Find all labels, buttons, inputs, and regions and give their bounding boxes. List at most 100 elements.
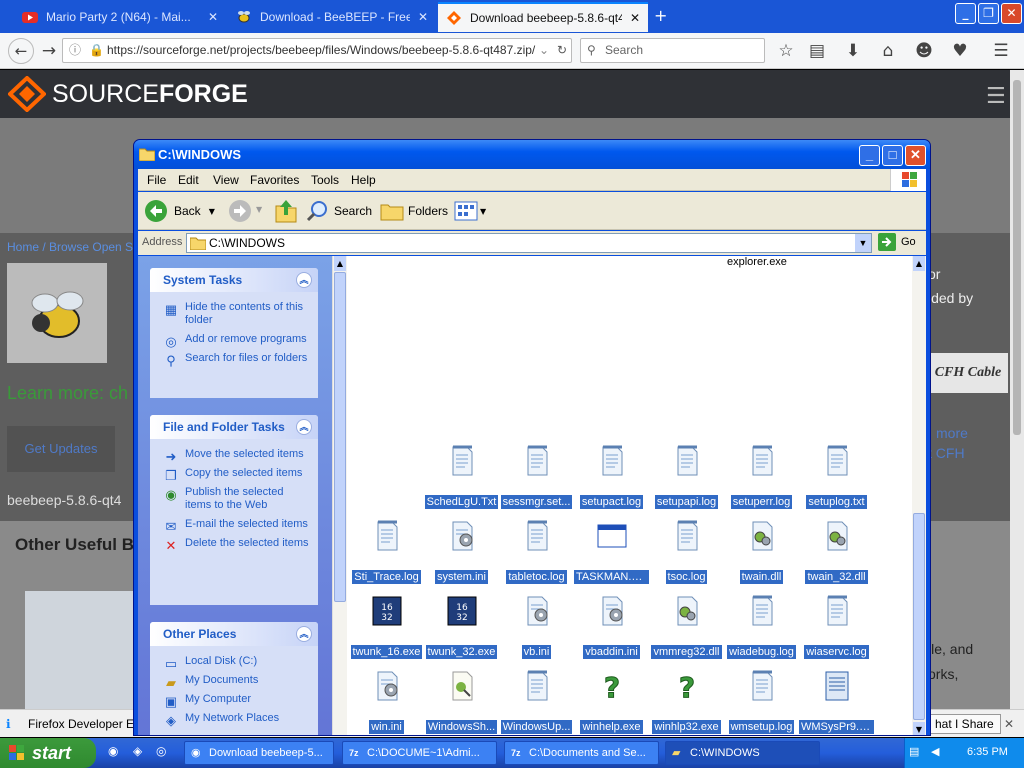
menu-view[interactable]: View bbox=[213, 173, 239, 187]
share-button[interactable]: hat I Share bbox=[928, 714, 1001, 734]
panel-title[interactable]: Other Places ︽ bbox=[150, 622, 318, 646]
breadcrumb[interactable]: Home / Browse Open So bbox=[7, 240, 140, 254]
collapse-chevron-icon[interactable]: ︽ bbox=[296, 272, 312, 288]
file-item[interactable]: setuperr.log bbox=[724, 445, 799, 515]
back-button[interactable]: Back ▼ bbox=[144, 198, 215, 224]
local-disk-link[interactable]: ▭ Local Disk (C:) bbox=[150, 652, 318, 671]
my-computer-link[interactable]: ▣ My Computer bbox=[150, 690, 318, 709]
close-icon[interactable]: ✕ bbox=[1004, 710, 1014, 738]
tab-beebeep-download[interactable]: Download - BeeBEEP - Free O... ✕ bbox=[228, 2, 436, 32]
file-item[interactable]: WindowsSh... bbox=[424, 670, 499, 735]
sponsor-logo[interactable]: CFH Cable bbox=[928, 353, 1008, 393]
panel-title[interactable]: System Tasks ︽ bbox=[150, 268, 318, 292]
file-item[interactable]: ? winhlp32.exe bbox=[649, 670, 724, 735]
my-documents-link[interactable]: ▰ My Documents bbox=[150, 671, 318, 690]
copy-items-link[interactable]: ❐ Copy the selected items bbox=[150, 464, 318, 483]
reload-icon[interactable]: ↻ bbox=[557, 39, 567, 62]
bookmark-star-icon[interactable]: ☆ bbox=[775, 41, 797, 61]
page-scrollbar[interactable] bbox=[1010, 70, 1024, 709]
volume-icon[interactable]: ◀ bbox=[931, 745, 939, 758]
taskbar-item-firefox[interactable]: ◉ Download beebeep-5... bbox=[184, 741, 334, 765]
close-icon[interactable]: ✕ bbox=[630, 11, 640, 25]
file-item[interactable]: ? winhelp.exe bbox=[574, 670, 649, 735]
emoji-icon[interactable]: ☻ bbox=[913, 41, 935, 61]
sf-logo-text[interactable]: SOURCEFORGE bbox=[52, 80, 248, 109]
get-updates-button[interactable]: Get Updates bbox=[7, 426, 115, 472]
tab-mario-party[interactable]: Mario Party 2 (N64) - Mai... ✕ bbox=[14, 2, 226, 32]
file-item[interactable]: Sti_Trace.log bbox=[349, 520, 424, 590]
address-input[interactable]: C:\WINDOWS ▼ bbox=[186, 233, 872, 253]
search-input[interactable]: ⚲ Search bbox=[580, 38, 765, 63]
file-item[interactable]: 16 32 twunk_32.exe bbox=[424, 595, 499, 665]
file-item[interactable]: win.ini bbox=[349, 670, 424, 735]
learn-more-link[interactable]: Learn more: ch bbox=[7, 383, 128, 404]
reader-list-icon[interactable]: ▤ bbox=[806, 41, 828, 61]
file-item[interactable]: wiadebug.log bbox=[724, 595, 799, 665]
dropdown-icon[interactable]: ⌄ bbox=[539, 39, 549, 62]
dropdown-arrow-icon[interactable]: ▼ bbox=[209, 207, 215, 216]
address-dropdown-icon[interactable]: ▼ bbox=[855, 234, 871, 252]
dropdown-arrow-icon[interactable]: ▼ bbox=[256, 205, 262, 214]
menu-file[interactable]: File bbox=[147, 173, 166, 187]
menu-edit[interactable]: Edit bbox=[178, 173, 199, 187]
scroll-up-icon[interactable]: ▲ bbox=[913, 256, 925, 271]
close-icon[interactable]: ✕ bbox=[208, 10, 218, 24]
taskbar-item-windows-folder[interactable]: ▰ C:\WINDOWS bbox=[665, 741, 820, 765]
collapse-chevron-icon[interactable]: ︽ bbox=[296, 626, 312, 642]
download-icon[interactable]: ⬇ bbox=[842, 41, 864, 61]
file-item[interactable]: twain_32.dll bbox=[799, 520, 874, 590]
close-window-button[interactable]: ✕ bbox=[1001, 3, 1022, 24]
file-item[interactable]: vb.ini bbox=[499, 595, 574, 665]
menu-icon[interactable]: ☰ bbox=[990, 41, 1012, 61]
file-item[interactable]: setupapi.log bbox=[649, 445, 724, 515]
file-item[interactable]: tabletoc.log bbox=[499, 520, 574, 590]
new-tab-button[interactable]: + bbox=[654, 6, 667, 25]
sponsor-link[interactable]: t CFH bbox=[928, 445, 965, 461]
quicklaunch-icon[interactable]: ◉ bbox=[108, 744, 118, 758]
minimize-button[interactable]: _ bbox=[955, 3, 976, 24]
file-item[interactable]: WindowsUp... bbox=[499, 670, 574, 735]
file-item[interactable]: wmsetup.log bbox=[724, 670, 799, 735]
back-icon[interactable]: ← bbox=[8, 38, 34, 64]
file-item[interactable]: setupact.log bbox=[574, 445, 649, 515]
file-item[interactable]: setuplog.txt bbox=[799, 445, 874, 515]
maximize-button[interactable]: □ bbox=[882, 145, 903, 166]
sponsor-link[interactable]: more bbox=[936, 425, 968, 441]
file-item[interactable]: sessmgr.set... bbox=[499, 445, 574, 515]
file-item[interactable]: vmmreg32.dll bbox=[649, 595, 724, 665]
publish-items-link[interactable]: ◉ Publish the selected items to the Web bbox=[150, 483, 318, 515]
start-button[interactable]: start bbox=[0, 738, 96, 768]
file-label[interactable]: explorer.exe bbox=[727, 256, 787, 268]
go-button[interactable]: Go bbox=[878, 233, 916, 251]
hamburger-icon[interactable]: ☰ bbox=[986, 84, 1006, 109]
quicklaunch-icon[interactable]: ◈ bbox=[133, 744, 142, 758]
scroll-thumb[interactable] bbox=[913, 513, 925, 720]
url-bar[interactable]: ⓘ 🔒 https://sourceforge.net/projects/bee… bbox=[62, 38, 572, 63]
file-item[interactable]: system.ini bbox=[424, 520, 499, 590]
panel-title[interactable]: File and Folder Tasks ︽ bbox=[150, 415, 318, 439]
delete-items-link[interactable]: ✕ Delete the selected items bbox=[150, 534, 318, 553]
taskbar-item-7zip-2[interactable]: 7z C:\Documents and Se... bbox=[504, 741, 659, 765]
tray-icon[interactable]: ▤ bbox=[909, 745, 919, 758]
info-icon[interactable]: ⓘ bbox=[69, 39, 81, 62]
folders-button[interactable]: Folders bbox=[380, 198, 448, 224]
move-items-link[interactable]: ➜ Move the selected items bbox=[150, 445, 318, 464]
close-button[interactable]: ✕ bbox=[905, 145, 926, 166]
views-button[interactable]: ▼ bbox=[454, 198, 486, 224]
home-icon[interactable]: ⌂ bbox=[877, 41, 899, 61]
scroll-down-icon[interactable]: ▼ bbox=[913, 722, 925, 735]
file-item[interactable]: wiaservc.log bbox=[799, 595, 874, 665]
file-item[interactable]: WMSysPr9.prx bbox=[799, 670, 874, 735]
task-pane-scrollbar[interactable]: ▲ bbox=[332, 256, 347, 735]
my-network-places-link[interactable]: ◈ My Network Places bbox=[150, 709, 318, 728]
restore-button[interactable]: ❐ bbox=[978, 3, 999, 24]
tab-sourceforge-download[interactable]: Download beebeep-5.8.6-qt4... ✕ bbox=[438, 2, 648, 32]
forward-icon[interactable]: → bbox=[38, 41, 60, 61]
collapse-chevron-icon[interactable]: ︽ bbox=[296, 419, 312, 435]
menu-help[interactable]: Help bbox=[351, 173, 376, 187]
file-item[interactable]: tsoc.log bbox=[649, 520, 724, 590]
file-item[interactable]: twain.dll bbox=[724, 520, 799, 590]
quicklaunch-icon[interactable]: ◎ bbox=[156, 744, 166, 758]
file-list-scrollbar[interactable]: ▲ ▼ bbox=[912, 256, 926, 735]
file-item[interactable]: vbaddin.ini bbox=[574, 595, 649, 665]
